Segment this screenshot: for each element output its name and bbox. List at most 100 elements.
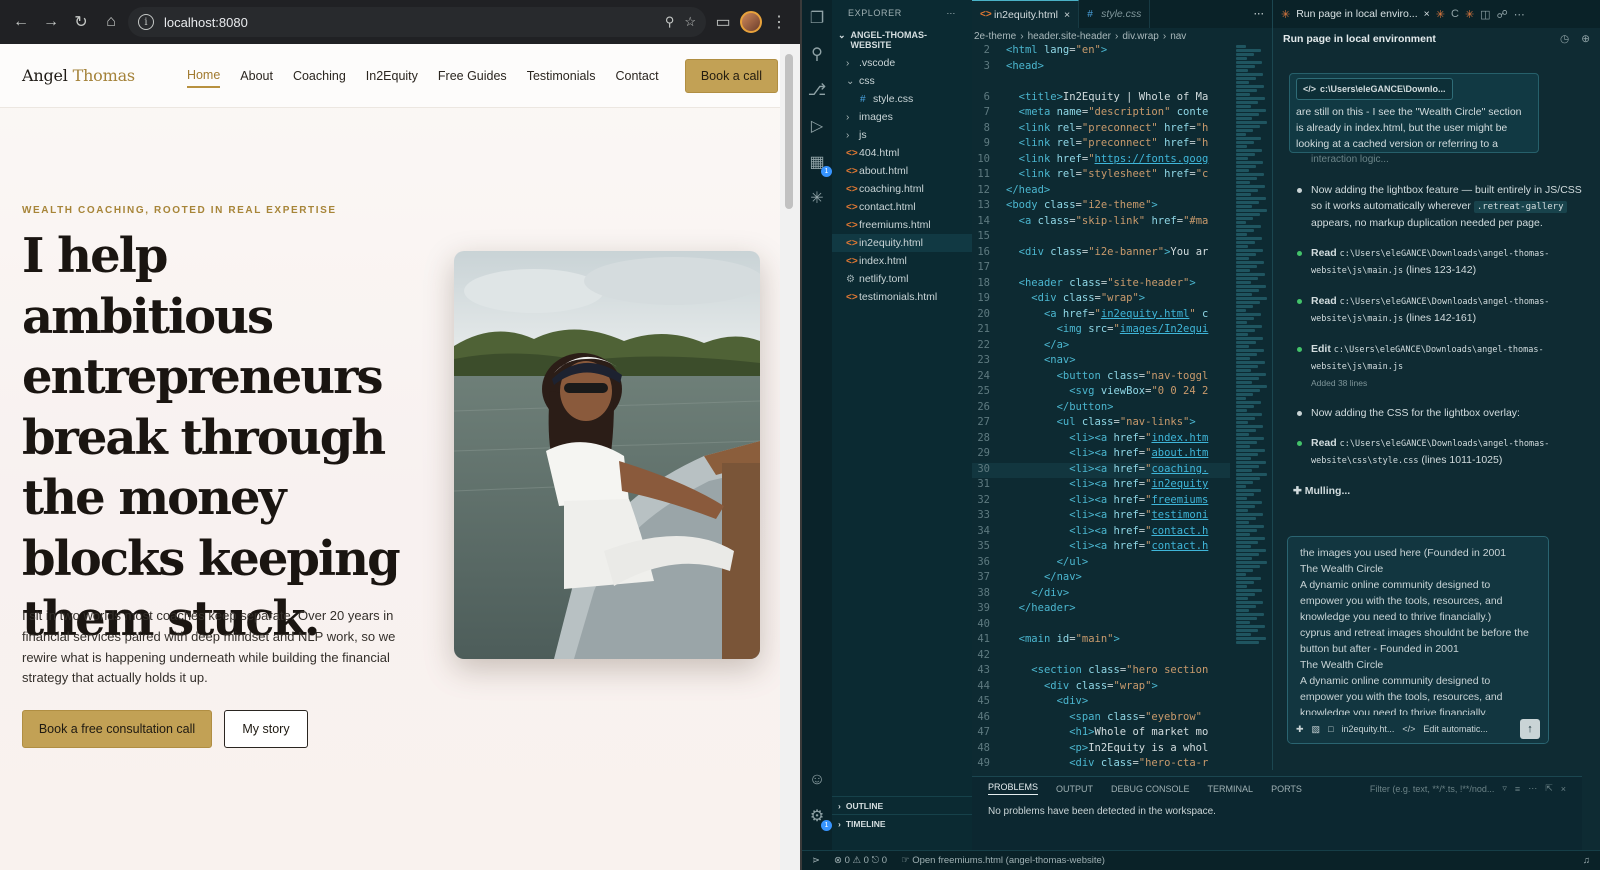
address-bar[interactable]: i localhost:8080 ⚲ ☆ (128, 7, 706, 37)
file-tree-item[interactable]: <> freemiums.html (832, 216, 972, 234)
maximize-panel-icon[interactable]: ⇱ (1545, 783, 1553, 794)
code-line[interactable]: 8 <link rel="preconnect" href="h (972, 122, 1230, 138)
code-line[interactable]: 17 (972, 261, 1230, 277)
chat-tab-title[interactable]: Run page in local enviro... (1296, 8, 1417, 20)
code-line[interactable]: 38 </div> (972, 587, 1230, 603)
close-panel-icon[interactable]: × (1561, 784, 1566, 794)
tab-in2equity-html[interactable]: <> in2equity.html × (972, 0, 1080, 28)
more-actions-icon[interactable]: ⋯ (1528, 783, 1537, 794)
nav-link-free-guides[interactable]: Free Guides (438, 65, 507, 87)
attached-file[interactable]: in2equity.ht... (1342, 724, 1395, 734)
code-line[interactable]: 45 <div> (972, 695, 1230, 711)
file-tree-item[interactable]: › images (832, 108, 972, 126)
claude-spark-icon[interactable]: ✳ (1465, 8, 1474, 21)
code-line[interactable]: 16 <div class="i2e-banner">You ar (972, 246, 1230, 262)
file-tree-item[interactable]: <> 404.html (832, 144, 972, 162)
home-icon[interactable]: ⌂ (98, 9, 124, 35)
status-action[interactable]: ☞ Open freemiums.html (angel-thomas-webs… (901, 855, 1105, 866)
remote-icon[interactable]: ⋗ (812, 855, 820, 866)
code-lines[interactable]: 2 <html lang="en"> 3 <head> 6 <title>In2Equi… (972, 44, 1230, 770)
nav-link-contact[interactable]: Contact (615, 65, 658, 87)
breadcrumb-item[interactable]: 2e-theme (974, 31, 1016, 42)
history-clock-icon[interactable]: ◷ (1560, 33, 1569, 45)
explorer-icon[interactable]: ❐ (807, 8, 827, 28)
nav-link-home[interactable]: Home (186, 64, 221, 88)
tool-edit[interactable]: Edit c:\Users\eleGANCE\Downloads\angel-t… (1289, 341, 1589, 391)
tab-style-css[interactable]: # style.css (1079, 0, 1151, 28)
site-info-icon[interactable]: i (138, 14, 154, 30)
claude-spark-icon[interactable]: ✳ (807, 188, 827, 208)
close-chat-tab-icon[interactable]: × (1424, 8, 1430, 20)
tool-read[interactable]: Read c:\Users\eleGANCE\Downloads\angel-t… (1289, 293, 1589, 327)
code-line[interactable]: 9 <link rel="preconnect" href="h (972, 137, 1230, 153)
code-line[interactable]: 26 </button> (972, 401, 1230, 417)
lock-icon[interactable]: ☍ (1497, 8, 1508, 21)
code-line[interactable]: 46 <span class="eyebrow" (972, 711, 1230, 727)
code-line[interactable]: 42 (972, 649, 1230, 665)
browser-menu-icon[interactable]: ⋮ (766, 9, 792, 35)
browser-scrollbar[interactable] (780, 44, 800, 870)
code-line[interactable]: 23 <nav> (972, 354, 1230, 370)
nav-link-about[interactable]: About (240, 65, 273, 87)
code-line[interactable]: 20 <a href="in2equity.html" c (972, 308, 1230, 324)
tool-read[interactable]: Read c:\Users\eleGANCE\Downloads\angel-t… (1289, 245, 1589, 279)
timeline-section[interactable]: › TIMELINE (832, 814, 972, 832)
filter-input[interactable]: Filter (e.g. text, **/*.ts, !**/nod... (1370, 784, 1495, 794)
split-editor-icon[interactable]: ◫ (1480, 8, 1490, 21)
account-icon[interactable]: ☺ (807, 770, 827, 790)
breadcrumb-item[interactable]: div.wrap (1122, 31, 1159, 42)
filter-icon[interactable]: ▿ (1502, 783, 1507, 794)
file-tree-item[interactable]: › js (832, 126, 972, 144)
edit-mode-selector[interactable]: Edit automatic... (1423, 724, 1488, 734)
file-tree-item[interactable]: <> about.html (832, 162, 972, 180)
code-line[interactable]: 36 </ul> (972, 556, 1230, 572)
code-line[interactable]: 10 <link href="https://fonts.goog (972, 153, 1230, 169)
notifications-bell-icon[interactable]: ♫ (1583, 855, 1590, 866)
file-tree-item[interactable]: <> contact.html (832, 198, 972, 216)
code-line[interactable]: 27 <ul class="nav-links"> (972, 416, 1230, 432)
site-logo[interactable]: Angel Thomas (22, 66, 135, 85)
file-tree-item[interactable]: ⚙ netlify.toml (832, 270, 972, 288)
code-line[interactable]: 41 <main id="main"> (972, 633, 1230, 649)
code-line[interactable]: 3 <head> (972, 60, 1230, 76)
breadcrumb-item[interactable]: nav (1170, 31, 1186, 42)
code-line[interactable]: 40 (972, 618, 1230, 634)
code-line[interactable]: 28 <li><a href="index.htm (972, 432, 1230, 448)
reload-icon[interactable]: ↻ (68, 9, 94, 35)
address-url[interactable]: localhost:8080 (164, 15, 248, 30)
more-actions-icon[interactable]: ⋯ (1514, 8, 1525, 21)
collapse-all-icon[interactable]: ≡ (1515, 784, 1520, 794)
code-line[interactable]: 32 <li><a href="freemiums (972, 494, 1230, 510)
code-line[interactable]: 30 <li><a href="coaching. (972, 462, 1230, 478)
context-file-pill[interactable]: </> c:\Users\eleGANCE\Downlo... (1296, 78, 1453, 100)
nav-link-coaching[interactable]: Coaching (293, 65, 346, 87)
zoom-search-icon[interactable]: ⚲ (665, 14, 675, 30)
search-icon[interactable]: ⚲ (807, 44, 827, 64)
outline-section[interactable]: › OUTLINE (832, 796, 972, 814)
panel-tab-problems[interactable]: PROBLEMS (988, 782, 1039, 795)
tool-read[interactable]: Read c:\Users\eleGANCE\Downloads\angel-t… (1289, 435, 1589, 469)
code-line[interactable]: 15 (972, 230, 1230, 246)
code-line[interactable]: 14 <a class="skip-link" href="#ma (972, 215, 1230, 231)
code-line[interactable]: 22 </a> (972, 339, 1230, 355)
slash-command-icon[interactable]: ▧ (1312, 724, 1321, 735)
panel-tab-output[interactable]: OUTPUT (1056, 784, 1093, 794)
file-tree-item[interactable]: <> testimonials.html (832, 288, 972, 306)
code-line[interactable]: 37 </nav> (972, 571, 1230, 587)
file-tree-item[interactable]: <> in2equity.html (832, 234, 972, 252)
code-line[interactable]: 48 <p>In2Equity is a whol (972, 742, 1230, 758)
code-line[interactable]: 21 <img src="images/In2equi (972, 323, 1230, 339)
book-a-call-button[interactable]: Book a call (684, 58, 778, 93)
nav-link-in2equity[interactable]: In2Equity (366, 65, 418, 87)
file-tree-item[interactable]: › .vscode (832, 54, 972, 72)
code-line[interactable] (972, 75, 1230, 91)
editor-more-icon[interactable]: ⋯ (1246, 0, 1273, 28)
settings-gear-icon[interactable]: ⚙ 1 (807, 806, 832, 831)
code-line[interactable]: 34 <li><a href="contact.h (972, 525, 1230, 541)
code-line[interactable]: 12 </head> (972, 184, 1230, 200)
send-arrow-icon[interactable]: ↑ (1520, 719, 1540, 739)
code-line[interactable]: 18 <header class="site-header"> (972, 277, 1230, 293)
code-line[interactable]: 11 <link rel="stylesheet" href="c (972, 168, 1230, 184)
code-line[interactable]: 35 <li><a href="contact.h (972, 540, 1230, 556)
scrollbar-thumb[interactable] (785, 54, 793, 209)
